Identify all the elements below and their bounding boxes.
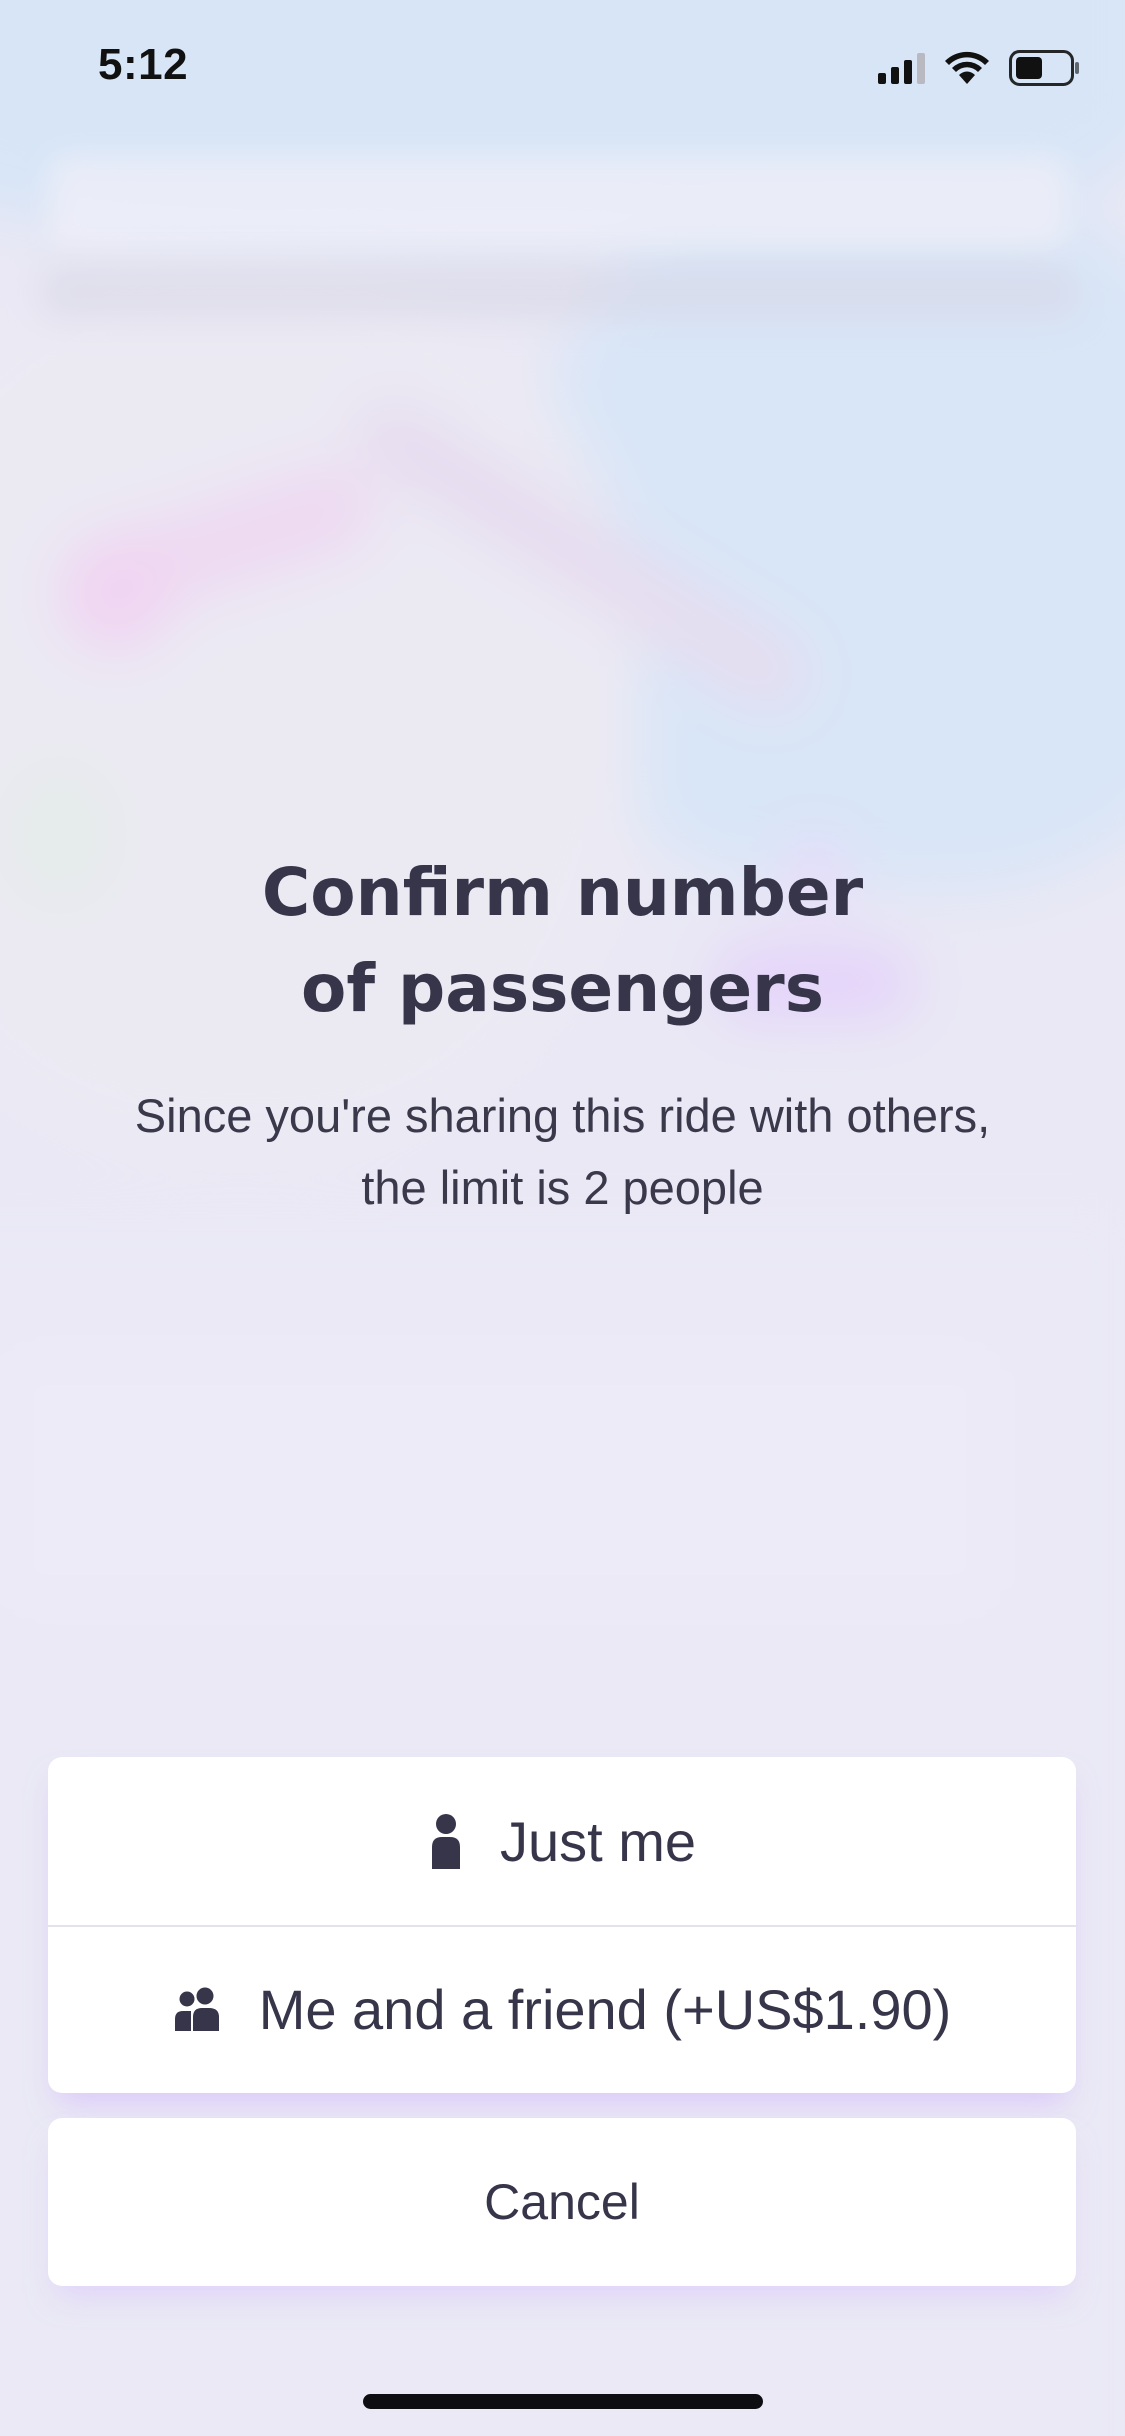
dialog-description-line-2: the limit is 2 people <box>361 1161 764 1214</box>
status-time: 5:12 <box>98 40 189 89</box>
me-and-friend-button[interactable]: Me and a friend (+US$1.90) <box>48 1925 1076 2093</box>
cellular-signal-icon <box>878 52 925 84</box>
home-indicator[interactable] <box>363 2394 763 2409</box>
status-bar: 5:12 <box>0 0 1125 135</box>
me-and-friend-label: Me and a friend (+US$1.90) <box>258 1977 952 2041</box>
battery-icon <box>1009 50 1079 86</box>
passenger-options: Just me Me and a friend (+US$1.90) <box>48 1757 1076 2093</box>
just-me-button[interactable]: Just me <box>48 1757 1076 1927</box>
wifi-icon <box>945 51 989 84</box>
status-icons <box>878 50 1081 86</box>
dialog-description: Since you're sharing this ride with othe… <box>0 1080 1125 1224</box>
dialog-title-line-1: Confirm number <box>261 854 864 931</box>
just-me-label: Just me <box>499 1809 697 1873</box>
dialog-title-line-2: of passengers <box>301 950 824 1027</box>
single-person-icon <box>431 1814 460 1869</box>
two-people-icon <box>174 1987 219 2031</box>
dialog-title: Confirm number of passengers <box>0 845 1125 1037</box>
cancel-button[interactable]: Cancel <box>48 2118 1076 2286</box>
dialog-description-line-1: Since you're sharing this ride with othe… <box>134 1089 991 1142</box>
